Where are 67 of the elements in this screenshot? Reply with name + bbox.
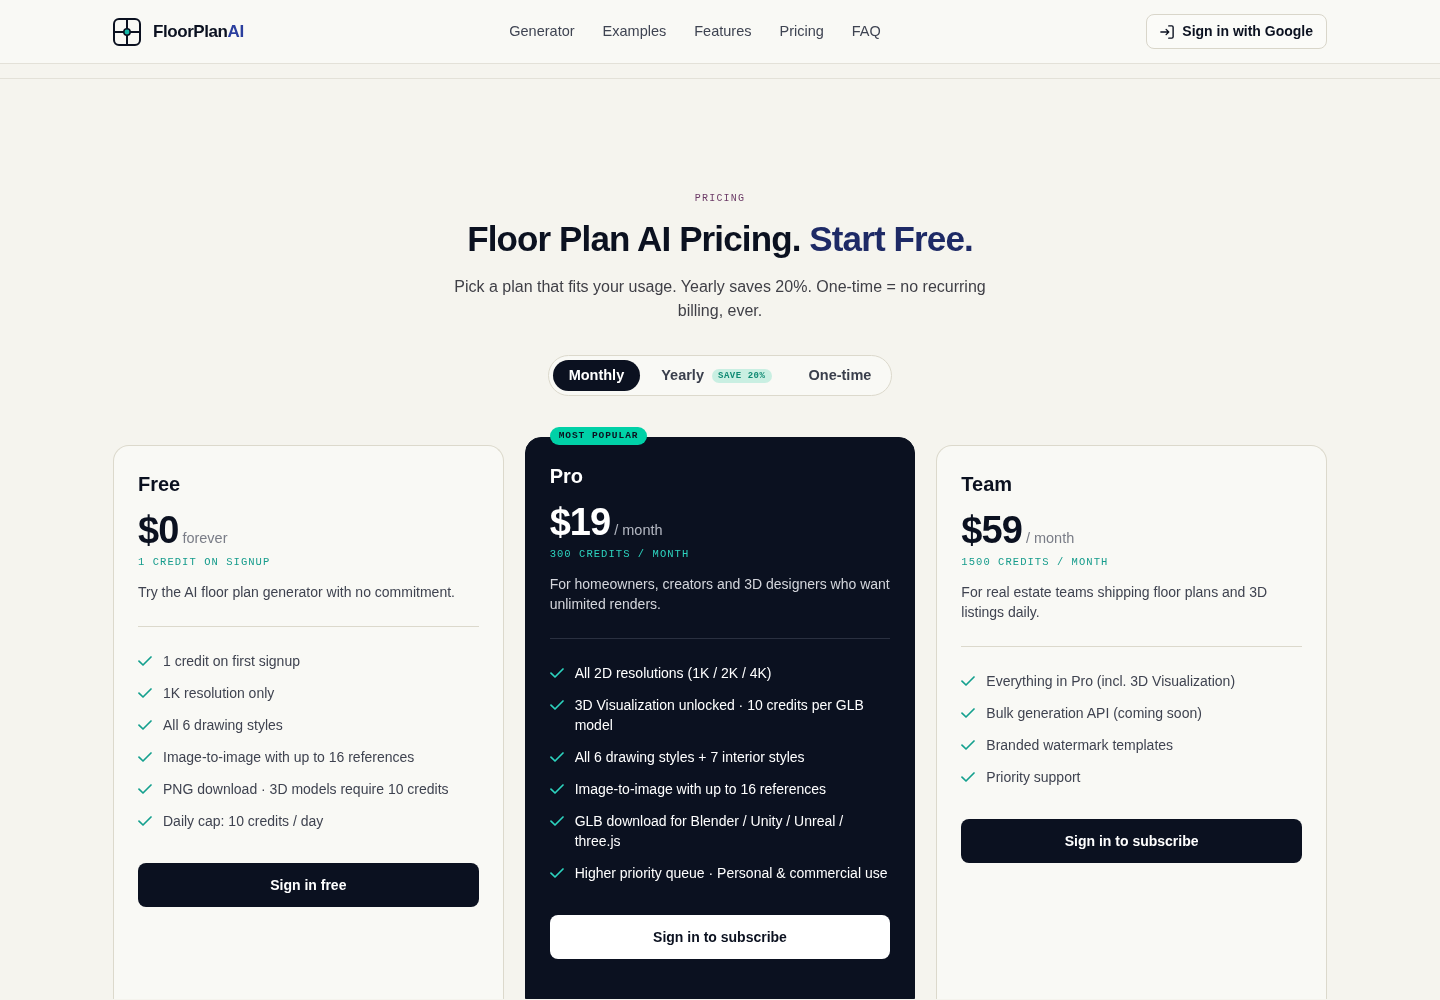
- popular-badge: MOST POPULAR: [549, 427, 648, 445]
- plan-price: $0: [138, 510, 179, 550]
- feature-text: 1 credit on first signup: [163, 652, 300, 671]
- credits-label: 300 CREDITS / MONTH: [549, 547, 691, 562]
- nav-link[interactable]: Features: [694, 20, 752, 43]
- check-icon: [961, 740, 976, 750]
- billing-tab[interactable]: One-time: [792, 360, 888, 391]
- feature-text: Image-to-image with up to 16 references: [163, 748, 415, 767]
- nav-link[interactable]: Generator: [509, 20, 575, 43]
- feature-text: All 6 drawing styles + 7 interior styles: [574, 748, 805, 767]
- check-icon: [138, 656, 152, 666]
- save-badge: SAVE 20%: [711, 368, 772, 383]
- plan-description: Try the AI floor plan generator with no commitment.: [138, 583, 456, 602]
- check-icon: [138, 720, 152, 730]
- page-subtitle: Pick a plan that fits your usage. Yearly saves 20%. One-time = no recurring billing, ever.: [453, 277, 987, 321]
- feature-text: Branded watermark templates: [986, 736, 1174, 755]
- feature-text: Priority support: [986, 768, 1081, 787]
- sign-in-button[interactable]: Sign in with Google: [1146, 14, 1327, 49]
- check-icon: [961, 708, 976, 718]
- check-icon: [549, 700, 564, 710]
- check-icon: [138, 752, 152, 762]
- check-icon: [961, 676, 976, 686]
- feature-text: All 2D resolutions (1K / 2K / 4K): [574, 664, 772, 683]
- check-icon: [138, 784, 152, 794]
- feature-text: GLB download for Blender / Unity / Unreal / three.js: [574, 812, 845, 851]
- subscribe-button[interactable]: Sign in free: [138, 863, 479, 907]
- check-icon: [961, 772, 976, 782]
- plan-price: $19: [549, 502, 611, 542]
- feature-text: Higher priority queue · Personal & commercial use: [574, 864, 888, 883]
- feature-text: 1K resolution only: [163, 684, 275, 703]
- subscribe-button[interactable]: Sign in to subscribe: [549, 915, 891, 959]
- feature-text: Daily cap: 10 credits / day: [163, 812, 324, 831]
- check-icon: [138, 816, 152, 826]
- price-period: / month: [1025, 529, 1075, 548]
- feature-text: Everything in Pro (incl. 3D Visualization): [986, 672, 1236, 691]
- check-icon: [138, 688, 152, 698]
- sign-in-icon: [1160, 24, 1175, 39]
- billing-tab[interactable]: Monthly: [552, 360, 641, 391]
- page-title: Floor Plan AI Pricing. Start Free.: [467, 219, 973, 259]
- check-icon: [549, 668, 564, 678]
- plan-price: $59: [961, 510, 1022, 550]
- price-period: forever: [182, 529, 228, 548]
- plan-name: Free: [138, 472, 182, 497]
- plan-description: For real estate teams shipping floor plans and 3D listings daily.: [961, 583, 1269, 622]
- plan-name: Team: [961, 472, 1014, 497]
- credits-label: 1 CREDIT ON SIGNUP: [138, 555, 272, 570]
- nav-link[interactable]: Examples: [602, 20, 667, 43]
- nav-link[interactable]: FAQ: [851, 20, 881, 43]
- check-icon: [549, 784, 564, 794]
- feature-text: Image-to-image with up to 16 references: [574, 780, 826, 799]
- check-icon: [549, 816, 564, 826]
- feature-text: All 6 drawing styles: [163, 716, 283, 735]
- check-icon: [549, 868, 564, 878]
- logo-icon: [113, 17, 141, 46]
- plan-name: Pro: [549, 464, 584, 489]
- logo-text[interactable]: FloorPlanAI: [153, 18, 244, 45]
- feature-text: Bulk generation API (coming soon): [986, 704, 1202, 723]
- feature-text: 3D Visualization unlocked · 10 credits per GLB model: [574, 696, 865, 735]
- price-period: / month: [614, 521, 663, 540]
- billing-tab[interactable]: Yearly SAVE 20%: [645, 360, 788, 391]
- nav-link[interactable]: Pricing: [779, 20, 824, 43]
- subscribe-button[interactable]: Sign in to subscribe: [961, 819, 1302, 863]
- plan-description: For homeowners, creators and 3D designers who want unlimited renders.: [549, 575, 891, 614]
- check-icon: [549, 752, 564, 762]
- section-eyebrow: PRICING: [694, 192, 746, 206]
- credits-label: 1500 CREDITS / MONTH: [961, 555, 1110, 570]
- feature-text: PNG download · 3D models require 10 credits: [163, 780, 449, 799]
